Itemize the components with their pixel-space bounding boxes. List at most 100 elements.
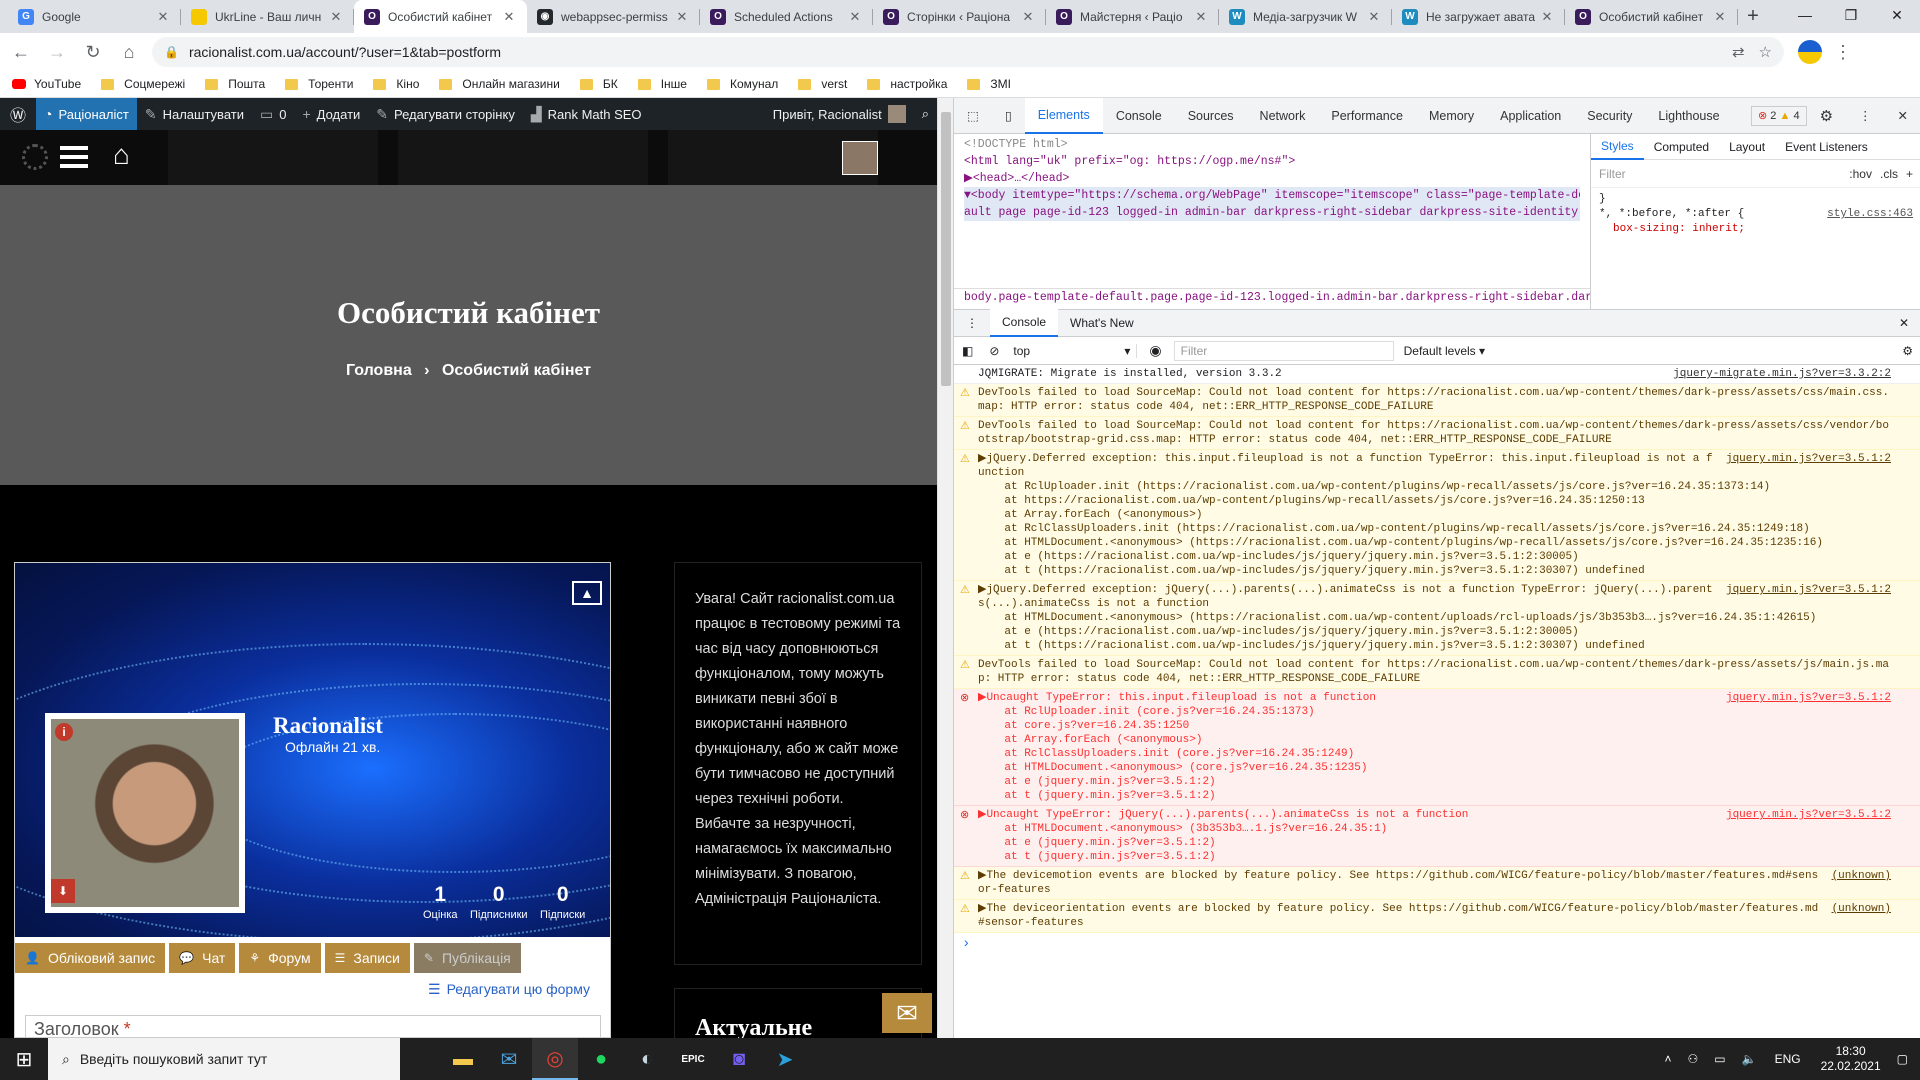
elements-breadcrumb[interactable]: body.page-template-default.page.page-id-… [954, 288, 1590, 308]
dom-node-line[interactable]: ▼<body itemtype="https://schema.org/WebP… [964, 187, 1580, 204]
tray-chevron-icon[interactable]: ˄ [1665, 1052, 1672, 1066]
address-bar[interactable]: 🔒 racionalist.com.ua/account/?user=1&tab… [152, 37, 1784, 67]
drawer-tab-whats-new[interactable]: What's New [1058, 309, 1146, 337]
tab-close-icon[interactable]: ✕ [674, 9, 690, 25]
admin-comments[interactable]: ▭ 0 [252, 98, 294, 130]
styles-tab[interactable]: Computed [1644, 134, 1719, 160]
wp-logo-icon[interactable]: Ⓦ [0, 98, 36, 130]
profile-tab[interactable]: ☰ Записи [324, 943, 410, 973]
browser-tab[interactable]: O Scheduled Actions ✕ [700, 0, 873, 33]
telegram-icon[interactable]: ➤ [762, 1038, 808, 1080]
console-message[interactable]: ⚠ jquery.min.js?ver=3.5.1:2 ▶jQuery.Deferr… [954, 450, 1920, 581]
context-select[interactable]: top ▾ [1007, 343, 1138, 358]
clear-console-icon[interactable]: ⊘ [981, 344, 1007, 358]
file-explorer-icon[interactable]: ▬ [440, 1038, 486, 1080]
dom-node-line[interactable]: <html lang="uk" prefix="og: https://ogp.… [964, 153, 1580, 170]
browser-tab[interactable]: O Особистий кабінет ✕ [1565, 0, 1738, 33]
profile-tab[interactable]: 👤 Обліковий запис [15, 943, 166, 973]
bookmark-item[interactable]: ЗМІ [967, 77, 1011, 91]
dom-node-line[interactable]: ault page page-id-123 logged-in admin-ba… [964, 204, 1580, 221]
console-message[interactable]: ⚠ (unknown) ▶The deviceorientation events … [954, 900, 1920, 933]
browser-tab[interactable]: O Особистий кабінет ✕ [354, 0, 527, 33]
browser-tab[interactable]: O Майстерня ‹ Раціо ✕ [1046, 0, 1219, 33]
devtools-tab[interactable]: Performance [1318, 98, 1416, 134]
new-tab-button[interactable]: + [1738, 0, 1768, 33]
message-source-link[interactable]: jquery.min.js?ver=3.5.1:2 [1726, 583, 1891, 597]
home-icon[interactable]: ⌂ [114, 37, 144, 67]
taskbar-search[interactable]: ⌕ Введіть пошуковий запит тут [48, 1038, 400, 1080]
stat-subscriptions[interactable]: 0 Підписки [540, 883, 585, 921]
back-icon[interactable]: ← [6, 37, 36, 67]
admin-edit-page[interactable]: ✎ Редагувати сторінку [368, 98, 523, 130]
issue-counter[interactable]: ⊗ 2 ▲ 4 [1751, 105, 1807, 126]
tab-close-icon[interactable]: ✕ [501, 9, 517, 25]
bookmark-item[interactable]: Торенти [285, 77, 353, 91]
mail-app-icon[interactable]: ✉ [486, 1038, 532, 1080]
language-indicator[interactable]: ENG [1775, 1052, 1801, 1066]
sidebar-toggle-icon[interactable]: ◧ [954, 344, 981, 358]
browser-tab[interactable]: W Не загружает авата ✕ [1392, 0, 1565, 33]
settings-gear-icon[interactable]: ⚙ [1807, 98, 1846, 134]
dom-node-line[interactable]: ▶<head>…</head> [964, 170, 1580, 187]
close-window-icon[interactable]: ✕ [1874, 0, 1920, 30]
info-icon[interactable]: i [55, 723, 73, 741]
hamburger-menu-icon[interactable] [60, 146, 88, 168]
browser-tab[interactable]: W Медіа-загрузчик W ✕ [1219, 0, 1392, 33]
restore-icon[interactable]: ❐ [1828, 0, 1874, 30]
spotify-icon[interactable]: ● [578, 1038, 624, 1080]
devtools-tab[interactable]: Elements [1024, 97, 1103, 134]
browser-tab[interactable]: O Сторінки ‹ Раціона ✕ [873, 0, 1046, 33]
styles-filter-input[interactable]: Filter [1599, 167, 1849, 181]
tab-close-icon[interactable]: ✕ [328, 9, 344, 25]
tab-close-icon[interactable]: ✕ [847, 9, 863, 25]
console-message[interactable]: ⚠ (unknown) ▶The devicemotion events are b… [954, 867, 1920, 900]
message-source-link[interactable]: jquery.min.js?ver=3.5.1:2 [1726, 808, 1891, 822]
windows-start-icon[interactable]: ⊞ [0, 1038, 48, 1080]
scroll-thumb[interactable] [941, 112, 951, 386]
bookmark-item[interactable]: Інше [637, 77, 687, 91]
devtools-tab[interactable]: Memory [1416, 98, 1487, 134]
message-source-link[interactable]: jquery.min.js?ver=3.5.1:2 [1726, 691, 1891, 705]
change-cover-icon[interactable]: ▲ [572, 581, 602, 605]
browser-tab[interactable]: UkrLine - Ваш личн ✕ [181, 0, 354, 33]
styles-tab[interactable]: Styles [1591, 134, 1644, 160]
admin-site-name[interactable]: ◔ Раціоналіст [36, 98, 137, 130]
hov-toggle[interactable]: :hov [1849, 167, 1872, 181]
console-message[interactable]: ⚠ DevTools failed to load SourceMap: Coul… [954, 384, 1920, 417]
home-nav-icon[interactable]: ⌂ [113, 139, 130, 171]
breadcrumb-home[interactable]: Головна [346, 362, 412, 379]
tab-close-icon[interactable]: ✕ [1539, 9, 1555, 25]
bookmark-item[interactable]: Кіно [373, 77, 419, 91]
volume-icon[interactable]: 🔈 [1742, 1052, 1757, 1066]
forward-icon[interactable]: → [42, 37, 72, 67]
bookmark-item[interactable]: verst [798, 77, 847, 91]
admin-account[interactable]: Привіт, Racionalist [765, 98, 914, 130]
levels-select[interactable]: Default levels ▾ [1394, 344, 1495, 358]
style-property[interactable]: box-sizing: inherit; [1599, 222, 1913, 237]
devtools-tab[interactable]: Sources [1175, 98, 1247, 134]
profile-tab[interactable]: ✎ Публікація [413, 943, 521, 973]
notifications-icon[interactable]: ▢ [1897, 1052, 1908, 1066]
translate-icon[interactable]: ⇄ [1732, 43, 1745, 61]
upload-avatar-icon[interactable]: ⬇ [51, 879, 75, 903]
drawer-close-icon[interactable]: ✕ [1887, 309, 1920, 337]
new-rule-icon[interactable]: + [1906, 167, 1913, 181]
network-icon[interactable]: ▭ [1714, 1052, 1725, 1066]
bookmark-item[interactable]: Комунал [706, 77, 778, 91]
user-avatar-header[interactable] [842, 141, 878, 175]
cls-toggle[interactable]: .cls [1880, 167, 1898, 181]
console-message[interactable]: ⚠ DevTools failed to load SourceMap: Coul… [954, 656, 1920, 689]
admin-search-icon[interactable]: ⌕ [914, 98, 937, 130]
devtools-close-icon[interactable]: ✕ [1885, 98, 1920, 134]
console-prompt[interactable]: › [954, 933, 1920, 955]
devtools-tab[interactable]: Console [1103, 98, 1175, 134]
mail-icon[interactable]: ✉ [882, 993, 932, 1033]
console-message[interactable]: ⊗ jquery.min.js?ver=3.5.1:2 ▶Uncaught Type… [954, 806, 1920, 867]
dom-node-line[interactable]: <!DOCTYPE html> [964, 136, 1580, 153]
drawer-menu-icon[interactable]: ⋮ [954, 309, 990, 337]
bookmark-item[interactable]: Пошта [205, 77, 265, 91]
bookmark-item[interactable]: Соцмережі [101, 77, 185, 91]
bookmark-star-icon[interactable]: ☆ [1759, 43, 1772, 61]
drawer-tab-console[interactable]: Console [990, 309, 1059, 337]
devtools-tab[interactable]: Network [1247, 98, 1319, 134]
